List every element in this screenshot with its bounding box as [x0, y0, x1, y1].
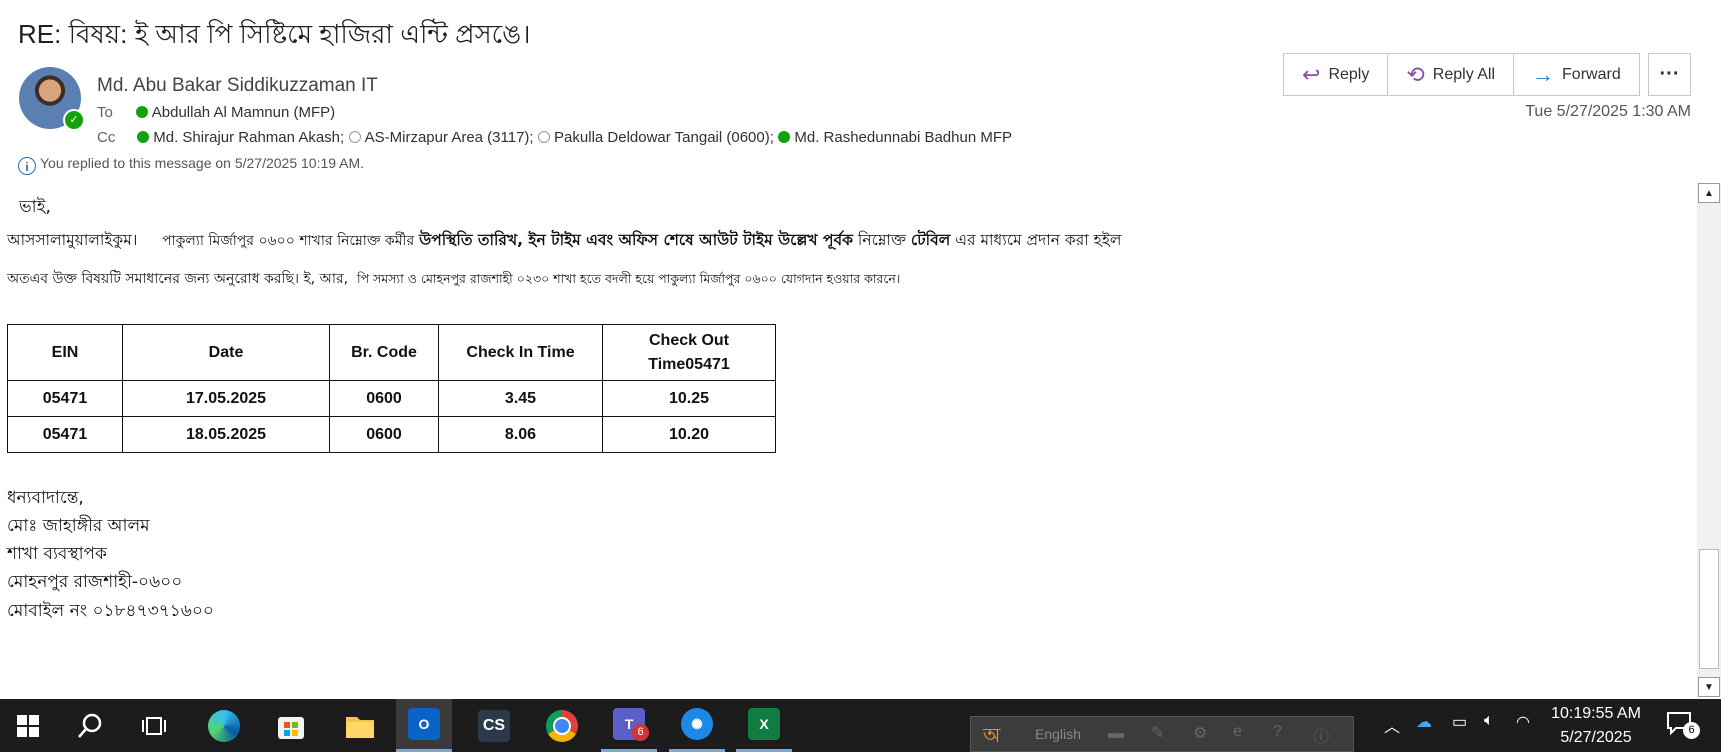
connect-app-icon[interactable]: ✺	[669, 699, 725, 752]
onedrive-error-icon[interactable]: ☁	[1416, 712, 1432, 732]
recipient[interactable]: Md. Rashedunnabi Badhun MFP	[778, 129, 1012, 146]
table-header: EIN	[7, 324, 123, 381]
show-hidden-icons-icon[interactable]: ︿	[1384, 713, 1400, 737]
body-line-2: অতএব উক্ত বিষয়টি সমাধানের জন্য অনুরোধ ক…	[7, 271, 901, 287]
to-row: To Abdullah Al Mamnun (MFP)	[97, 104, 335, 122]
email-subject: RE: বিষয়: ই আর পি সিষ্টিমে হাজিরা এন্টি…	[18, 19, 531, 49]
info-icon: ⓘ	[1313, 729, 1330, 746]
volume-icon[interactable]: 🔈︎	[1484, 712, 1494, 730]
presence-available-icon	[778, 131, 791, 143]
keyboard-icon: ▬	[1108, 725, 1124, 742]
reply-button[interactable]: ↩ Reply	[1284, 54, 1389, 95]
cc-row: Cc Md. Shirajur Rahman Akash; AS-Mirzapu…	[97, 129, 1012, 147]
presence-available-icon	[135, 106, 148, 118]
start-icon[interactable]	[0, 699, 56, 752]
forward-icon: →	[1532, 61, 1555, 87]
greeting: ভাই,	[19, 197, 51, 217]
notifications-icon[interactable]: 6	[1666, 711, 1700, 739]
teams-icon[interactable]: T 6	[601, 699, 657, 752]
sender-name[interactable]: Md. Abu Bakar Siddikuzzaman IT	[97, 75, 378, 97]
wifi-icon[interactable]: ◠	[1516, 712, 1530, 732]
reply-all-icon: ⟲	[1406, 61, 1425, 87]
table-cell: 0600	[329, 416, 439, 453]
table-row: 05471 18.05.2025 0600 8.06 10.20	[7, 416, 776, 453]
scroll-up-icon[interactable]: ▲	[1698, 183, 1720, 203]
to-label: To	[97, 104, 113, 121]
chrome-icon[interactable]	[534, 699, 590, 752]
table-cell: 05471	[7, 416, 123, 453]
signature-line: মোবাইল নং ০১৮৪৭৩৭১৬০০	[7, 601, 214, 621]
scroll-down-icon[interactable]: ▼	[1698, 677, 1720, 697]
table-cell: 0600	[329, 380, 439, 417]
signature-line: মোহনপুর রাজশাহী-০৬০০	[7, 572, 183, 592]
more-actions-button[interactable]: ···	[1648, 53, 1691, 96]
outlook-icon[interactable]: O	[396, 699, 452, 752]
vertical-scrollbar[interactable]: ▲ ▼	[1697, 183, 1721, 697]
message-actions: ↩ Reply ⟲ Reply All → Forward	[1283, 53, 1640, 96]
help-icon: ?	[1273, 723, 1282, 740]
language-bar[interactable]: অ English ▬ ✎ ⚙ e ? ⓘ	[970, 716, 1354, 752]
forward-button[interactable]: → Forward	[1514, 54, 1639, 95]
settings-icon: ⚙	[1193, 725, 1208, 742]
reply-icon: ↩	[1302, 61, 1321, 87]
battery-icon[interactable]: ▭	[1452, 712, 1467, 732]
table-header-row: EIN Date Br. Code Check In Time Check Ou…	[7, 324, 776, 381]
table-header: Br. Code	[329, 324, 439, 381]
language-label: English	[1035, 726, 1081, 742]
table-row: 05471 17.05.2025 0600 3.45 10.25	[7, 380, 776, 417]
table-cell: 05471	[7, 380, 123, 417]
notification-count: 6	[1683, 722, 1700, 739]
attendance-table: EIN Date Br. Code Check In Time Check Ou…	[7, 324, 776, 453]
file-explorer-icon[interactable]	[332, 699, 388, 752]
excel-icon[interactable]: X	[736, 699, 792, 752]
reply-all-button[interactable]: ⟲ Reply All	[1388, 54, 1515, 95]
received-datetime: Tue 5/27/2025 1:30 AM	[1525, 103, 1691, 120]
table-header: Check Out Time05471	[602, 324, 776, 381]
table-cell: 10.20	[602, 416, 776, 453]
presence-available-icon: ✓	[63, 109, 85, 131]
table-header: Check In Time	[438, 324, 603, 381]
info-icon: i	[18, 157, 36, 175]
recipient[interactable]: Abdullah Al Mamnun (MFP)	[135, 104, 335, 121]
signature-line: শাখা ব্যবস্থাপক	[7, 544, 107, 564]
signature-line: মোঃ জাহাঙ্গীর আলম	[7, 516, 150, 536]
recipient[interactable]: AS-Mirzapur Area (3117);	[348, 129, 534, 146]
presence-unknown-icon	[538, 131, 551, 143]
ie-icon: e	[1233, 723, 1242, 740]
cc-label: Cc	[97, 129, 116, 146]
scroll-thumb[interactable]	[1699, 549, 1719, 669]
search-icon[interactable]	[62, 699, 118, 752]
presence-available-icon	[137, 131, 150, 143]
signature-line: ধন্যবাদান্তে,	[7, 488, 84, 508]
table-header: Date	[122, 324, 330, 381]
tools-icon: ✎	[1151, 725, 1165, 742]
store-icon[interactable]	[263, 699, 319, 752]
recipient[interactable]: Md. Shirajur Rahman Akash;	[137, 129, 344, 146]
system-clock[interactable]: 10:19:55 AM 5/27/2025	[1548, 702, 1644, 750]
edge-icon[interactable]	[196, 699, 252, 752]
table-cell: 10.25	[602, 380, 776, 417]
cs-app-icon[interactable]: CS	[466, 699, 522, 752]
table-cell: 18.05.2025	[122, 416, 330, 453]
table-cell: 3.45	[438, 380, 603, 417]
table-cell: 8.06	[438, 416, 603, 453]
table-cell: 17.05.2025	[122, 380, 330, 417]
presence-unknown-icon	[348, 131, 361, 143]
bangla-input-icon: অ	[983, 725, 1001, 747]
reply-info: i You replied to this message on 5/27/202…	[18, 155, 364, 175]
sender-avatar[interactable]: ✓	[19, 67, 85, 131]
taskbar: O CS T 6 ✺ X অ English ▬ ✎ ⚙ e ? ⓘ ︿ ☁ ▭…	[0, 699, 1721, 752]
teams-badge: 6	[632, 724, 649, 741]
task-view-icon[interactable]	[127, 699, 183, 752]
recipient[interactable]: Pakulla Deldowar Tangail (0600);	[538, 129, 774, 146]
body-line-1: আসসালামুয়ালাইকুম। পাকুল্যা মির্জাপুর ০৬…	[7, 231, 1122, 249]
